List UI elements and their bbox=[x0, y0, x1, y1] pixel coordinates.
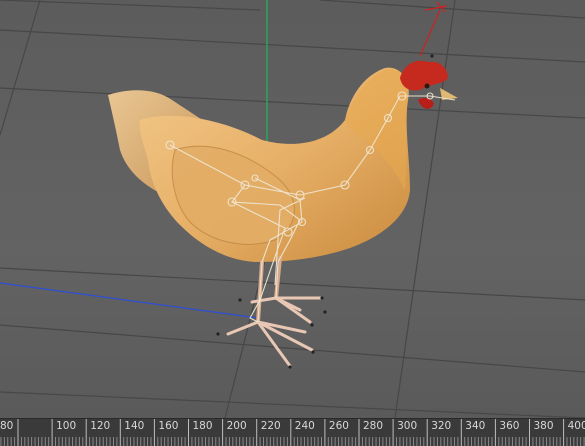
chicken-model[interactable] bbox=[108, 60, 458, 368]
timeline-frame-label: 220 bbox=[260, 420, 281, 432]
timeline-frame-label: 240 bbox=[294, 420, 315, 432]
timeline-frame-label: 320 bbox=[431, 420, 452, 432]
timeline-frame-label: 160 bbox=[158, 420, 179, 432]
z-axis-line bbox=[0, 282, 259, 319]
timeline-frame-label: 280 bbox=[363, 420, 384, 432]
axis-gizmo-icon bbox=[419, 1, 448, 57]
timeline-ticks bbox=[0, 419, 585, 446]
timeline-frame-label: 300 bbox=[397, 420, 418, 432]
timeline-frame-label: 100 bbox=[56, 420, 77, 432]
timeline-ruler[interactable]: 80 100 120 140 160 180 200 220 240 260 280 300 320 34… bbox=[0, 418, 585, 446]
timeline-frame-label: 140 bbox=[124, 420, 145, 432]
timeline-frame-label: 400 bbox=[567, 420, 585, 432]
timeline-frame-label: 180 bbox=[192, 420, 213, 432]
timeline-frame-label: 200 bbox=[226, 420, 247, 432]
timeline-frame-label: 360 bbox=[499, 420, 520, 432]
timeline-frame-label: 260 bbox=[328, 420, 349, 432]
timeline-frame-label: 340 bbox=[465, 420, 486, 432]
timeline-frame-label: 120 bbox=[90, 420, 111, 432]
viewport-3d[interactable] bbox=[0, 0, 585, 418]
timeline-frame-label: 380 bbox=[533, 420, 554, 432]
timeline-frame-label: 80 bbox=[0, 420, 14, 432]
scene bbox=[0, 0, 585, 418]
